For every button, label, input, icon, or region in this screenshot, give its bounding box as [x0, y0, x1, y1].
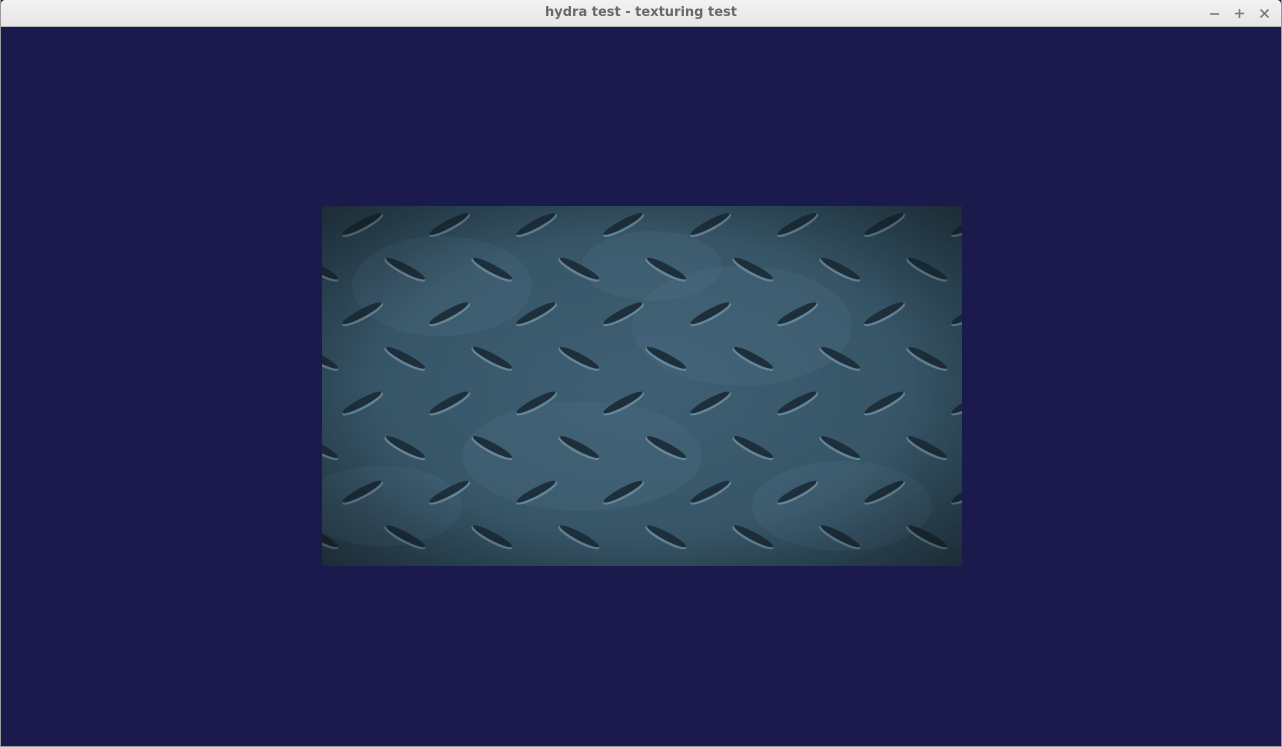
minimize-button[interactable] [1206, 4, 1223, 22]
render-viewport [2, 27, 1280, 745]
window-title: hydra test - texturing test [545, 5, 737, 20]
minimize-icon [1209, 8, 1220, 19]
maximize-icon [1234, 8, 1245, 19]
texture-vignette [322, 206, 962, 566]
close-button[interactable] [1256, 4, 1273, 22]
window-controls [1206, 4, 1273, 22]
title-bar[interactable]: hydra test - texturing test [1, 0, 1281, 27]
textured-quad [322, 206, 962, 566]
app-window: hydra test - texturing test [0, 0, 1282, 747]
close-icon [1259, 8, 1270, 19]
diamond-plate-texture [322, 206, 962, 566]
maximize-button[interactable] [1231, 4, 1248, 22]
